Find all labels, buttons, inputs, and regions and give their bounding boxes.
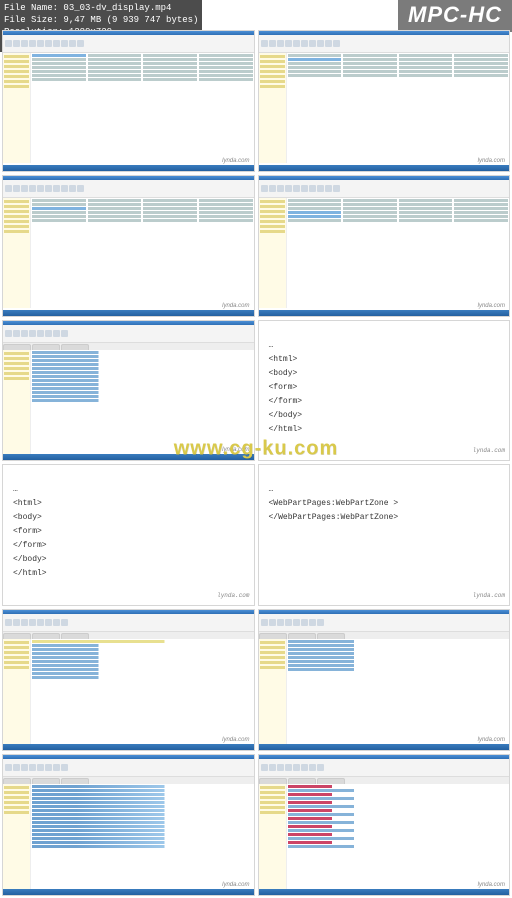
thumb-9: lynda.com: [2, 609, 255, 751]
file-list: [31, 53, 254, 163]
file-size-value: 9,47 MB (9 939 747 bytes): [63, 15, 198, 25]
mpc-title: MPC-HC: [398, 0, 512, 32]
ribbon-icon: [13, 40, 20, 47]
ribbon-icon: [21, 40, 28, 47]
file-list: [287, 53, 510, 163]
code-editor: [31, 784, 254, 894]
ribbon-toolbar: [3, 180, 254, 198]
ribbon-icon: [61, 40, 68, 47]
thumb-4: lynda.com: [258, 175, 511, 317]
window-statusbar: [259, 165, 510, 171]
file-size-label: File Size:: [4, 15, 58, 25]
thumb-7-html-skeleton: … <html> <body> <form> </form> </body> <…: [2, 464, 255, 606]
thumbnail-grid: lynda.com lynda.com: [2, 30, 510, 896]
ribbon-toolbar: [3, 35, 254, 53]
ribbon-icon: [37, 40, 44, 47]
ribbon-icon: [5, 40, 12, 47]
code-editor: [287, 784, 510, 894]
lynda-watermark: lynda.com: [222, 158, 249, 164]
ribbon-icon: [29, 40, 36, 47]
editor-tabs: [3, 343, 254, 350]
file-name-label: File Name:: [4, 3, 58, 13]
thumb-10: lynda.com: [258, 609, 511, 751]
ribbon-toolbar: [259, 35, 510, 53]
thumb-1: lynda.com: [2, 30, 255, 172]
nav-sidebar: [3, 53, 31, 163]
thumb-12: lynda.com: [258, 754, 511, 896]
ribbon-icon: [45, 40, 52, 47]
window-statusbar: [3, 165, 254, 171]
thumb-6-html-skeleton: … <html> <body> <form> </form> </body> <…: [258, 320, 511, 462]
thumb-8-webpartzone: … <WebPartPages:WebPartZone > </WebPartP…: [258, 464, 511, 606]
thumb-5: lynda.com: [2, 320, 255, 462]
ribbon-toolbar: [3, 325, 254, 343]
code-editor: [287, 639, 510, 749]
code-editor: [31, 639, 254, 749]
lynda-watermark: lynda.com: [478, 158, 505, 164]
code-editor: [31, 350, 254, 460]
ribbon-icon: [77, 40, 84, 47]
thumb-2: lynda.com: [258, 30, 511, 172]
ribbon-toolbar: [259, 180, 510, 198]
thumb-11: lynda.com: [2, 754, 255, 896]
ribbon-icon: [69, 40, 76, 47]
ribbon-icon: [53, 40, 60, 47]
nav-sidebar: [259, 53, 287, 163]
thumb-3: lynda.com: [2, 175, 255, 317]
file-name-value: 03_03-dv_display.mp4: [63, 3, 171, 13]
